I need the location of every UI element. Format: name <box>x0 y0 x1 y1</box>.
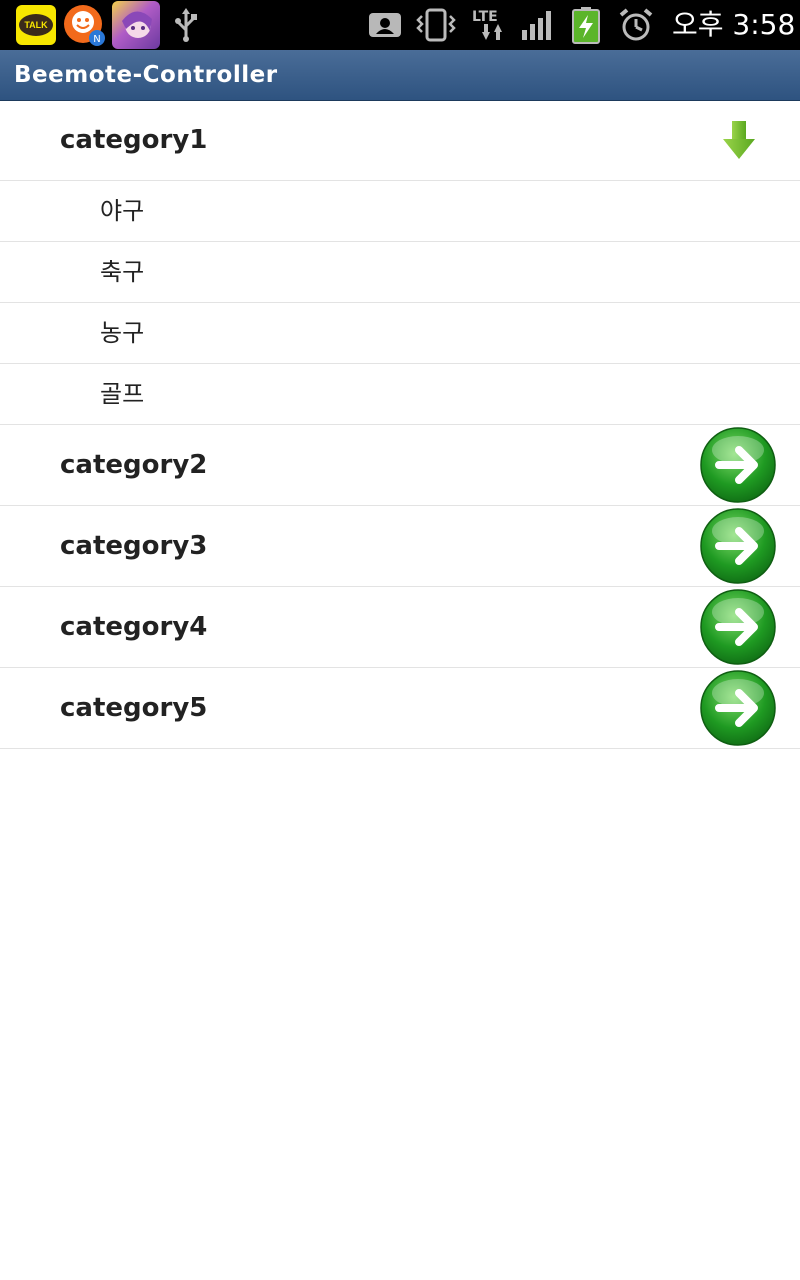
category-row-4[interactable]: category4 <box>0 587 800 668</box>
title-bar: Beemote-Controller <box>0 50 800 101</box>
arrow-down-icon <box>722 120 756 160</box>
category-row-5[interactable]: category5 <box>0 668 800 749</box>
contact-card-icon <box>368 10 402 40</box>
kakaotalk-icon: TALK <box>16 5 56 45</box>
subcategory-label: 축구 <box>100 258 145 286</box>
svg-text:N: N <box>93 34 100 45</box>
category-row-1[interactable]: category1 <box>0 100 800 181</box>
arrow-right-circle-icon[interactable] <box>699 426 777 504</box>
status-clock: 오후 3:58 <box>672 8 796 41</box>
arrow-right-circle-icon[interactable] <box>699 669 777 747</box>
talk-label: TALK <box>19 14 53 36</box>
app-notification-icon: N <box>63 4 105 46</box>
lte-label: LTE <box>472 9 498 25</box>
subcategory-label: 야구 <box>100 197 145 225</box>
signal-icon <box>521 10 553 40</box>
subcategory-label: 골프 <box>100 380 145 408</box>
subcategory-row[interactable]: 축구 <box>0 242 800 303</box>
category-label: category4 <box>60 612 208 642</box>
alarm-icon <box>618 7 654 43</box>
category-label: category3 <box>60 531 208 561</box>
subcategory-row[interactable]: 골프 <box>0 364 800 425</box>
lte-data-icon: LTE <box>470 6 508 44</box>
battery-charging-icon <box>570 6 602 44</box>
subcategory-row[interactable]: 농구 <box>0 303 800 364</box>
status-bar: TALK N LTE 오후 3:58 <box>0 0 800 50</box>
arrow-right-circle-icon[interactable] <box>699 588 777 666</box>
usb-icon <box>172 8 200 42</box>
category-label: category2 <box>60 450 208 480</box>
app-title: Beemote-Controller <box>14 62 278 88</box>
vibrate-icon <box>416 8 456 42</box>
arrow-right-circle-icon[interactable] <box>699 507 777 585</box>
category-row-2[interactable]: category2 <box>0 425 800 506</box>
category-row-3[interactable]: category3 <box>0 506 800 587</box>
game-app-icon <box>112 1 160 49</box>
category-label: category1 <box>60 125 208 155</box>
subcategory-label: 농구 <box>100 319 145 347</box>
category-list: category1 야구 축구 농구 골프 category2 category… <box>0 100 800 749</box>
category-label: category5 <box>60 693 208 723</box>
subcategory-row[interactable]: 야구 <box>0 181 800 242</box>
